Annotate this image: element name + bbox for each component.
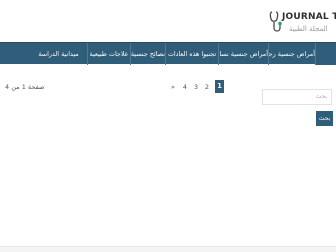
nav-item-natural-remedies[interactable]: علاجات طبيعية — [88, 43, 130, 65]
stethoscope-icon — [269, 11, 282, 32]
search-button[interactable]: بحث — [316, 111, 333, 126]
nav-separator — [218, 43, 219, 65]
pagination: 2 3 4 » — [168, 82, 213, 93]
nav-item-sexual-tips[interactable]: نصائح جنسية — [131, 43, 165, 65]
nav-separator — [87, 43, 88, 65]
logo-subtitle: المجلة الطبية — [289, 25, 328, 33]
nav-separator — [130, 43, 131, 65]
nav-separator — [268, 43, 269, 65]
nav-item-avoid-habits[interactable]: تجنبوا هذه العادات — [166, 43, 218, 65]
pagination-page-3[interactable]: 3 — [192, 82, 200, 93]
pagination-current-page[interactable]: 1 — [215, 80, 224, 93]
main-navigation: أمراض جنسية رجالية أمراض جنسية نسائية تج… — [0, 42, 336, 65]
pagination-info: صفحة 1 من 4 — [5, 83, 45, 91]
logo-title: JOURNAL TEB — [282, 12, 336, 22]
nav-item-male-diseases[interactable]: أمراض جنسية رجالية — [269, 43, 315, 65]
nav-item-field-study[interactable]: ميدانية الدراسة — [30, 43, 87, 65]
site-header: JOURNAL TEB المجلة الطبية — [0, 0, 336, 42]
site-logo[interactable]: JOURNAL TEB المجلة الطبية — [269, 10, 336, 38]
pagination-next-button[interactable]: » — [168, 82, 178, 93]
pagination-page-2[interactable]: 2 — [203, 82, 211, 93]
nav-item-female-diseases[interactable]: أمراض جنسية نسائية — [219, 43, 268, 65]
footer-strip — [0, 246, 336, 252]
nav-separator — [315, 43, 316, 65]
nav-home-item[interactable] — [316, 43, 336, 65]
search-input[interactable]: بحث — [262, 89, 332, 105]
nav-separator — [165, 43, 166, 65]
pagination-page-4[interactable]: 4 — [181, 82, 189, 93]
